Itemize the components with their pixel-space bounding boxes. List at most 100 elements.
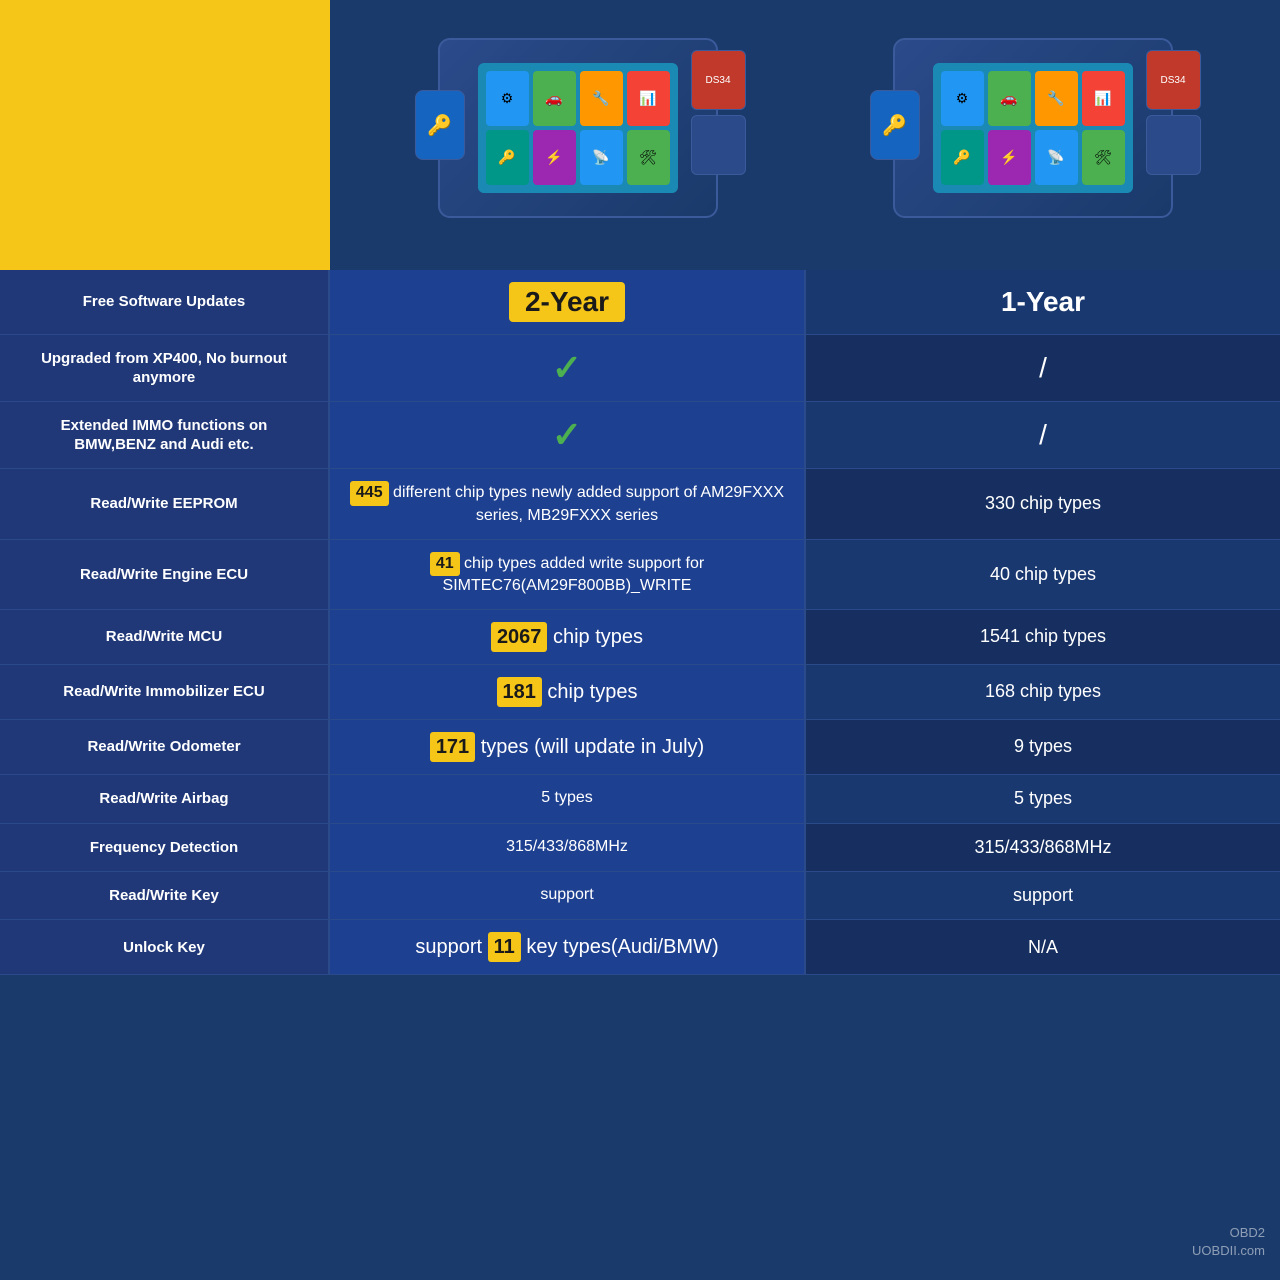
table-row: Read/Write Odometer 171 types (will updat… bbox=[0, 720, 1280, 775]
pro-key-fob: 🔑 bbox=[415, 90, 465, 160]
std-screen-icon-1: ⚙ bbox=[941, 71, 984, 126]
immo-title-block bbox=[0, 0, 330, 270]
feature-label: Read/Write EEPROM bbox=[90, 494, 237, 514]
std-content: 9 types bbox=[1014, 735, 1072, 758]
std-cell: 330 chip types bbox=[806, 469, 1280, 539]
std-screen-icon-7: 📡 bbox=[1035, 130, 1078, 185]
pro-highlight-num: 2067 bbox=[491, 622, 548, 652]
pro-highlight-num: 181 bbox=[497, 677, 542, 707]
watermark: OBD2UOBDII.com bbox=[1192, 1224, 1265, 1260]
pro-content: 181 chip types bbox=[497, 677, 638, 707]
feature-cell: Read/Write Airbag bbox=[0, 775, 330, 822]
table-row: Upgraded from XP400, No burnout anymore ✓… bbox=[0, 335, 1280, 402]
feature-cell: Read/Write Engine ECU bbox=[0, 540, 330, 610]
table-row: Read/Write Immobilizer ECU 181 chip types… bbox=[0, 665, 1280, 720]
feature-cell: Read/Write Odometer bbox=[0, 720, 330, 774]
feature-cell: Extended IMMO functions on BMW,BENZ and … bbox=[0, 402, 330, 468]
feature-label: Read/Write Key bbox=[109, 886, 219, 906]
std-cell: 40 chip types bbox=[806, 540, 1280, 610]
std-key-fob: 🔑 bbox=[870, 90, 920, 160]
main-container: 🔑 ⚙ 🚗 🔧 📊 🔑 ⚡ 📡 🛠 DS34 bbox=[0, 0, 1280, 1280]
pro-highlight-num: 41 bbox=[430, 552, 460, 577]
std-slash: / bbox=[1039, 352, 1047, 384]
pro-content: 315/433/868MHz bbox=[506, 837, 628, 858]
std-cell: / bbox=[806, 402, 1280, 468]
pro-cell: 445 different chip types newly added sup… bbox=[330, 469, 806, 539]
screen-icon-3: 🔧 bbox=[580, 71, 623, 126]
pro-highlight-num: 171 bbox=[430, 732, 475, 762]
std-product-box: 🔑 ⚙ 🚗 🔧 📊 🔑 ⚡ 📡 🛠 DS34 bbox=[893, 38, 1173, 232]
pro-content: 445 different chip types newly added sup… bbox=[345, 481, 789, 527]
std-cell: 1541 chip types bbox=[806, 610, 1280, 664]
std-screen-icon-4: 📊 bbox=[1082, 71, 1125, 126]
product-images: 🔑 ⚙ 🚗 🔧 📊 🔑 ⚡ 📡 🛠 DS34 bbox=[330, 0, 1280, 270]
pro-content: 171 types (will update in July) bbox=[430, 732, 704, 762]
pro-cell: ✓ bbox=[330, 335, 806, 401]
screen-icon-1: ⚙ bbox=[486, 71, 529, 126]
pro-device-image: 🔑 ⚙ 🚗 🔧 📊 🔑 ⚡ 📡 🛠 DS34 bbox=[438, 38, 718, 218]
pro-screen: ⚙ 🚗 🔧 📊 🔑 ⚡ 📡 🛠 bbox=[478, 63, 678, 193]
std-cell: / bbox=[806, 335, 1280, 401]
feature-label: Extended IMMO functions on BMW,BENZ and … bbox=[20, 416, 308, 455]
std-content: 5 types bbox=[1014, 787, 1072, 810]
screen-icon-4: 📊 bbox=[627, 71, 670, 126]
std-screen-icon-3: 🔧 bbox=[1035, 71, 1078, 126]
pro-2year: 2-Year bbox=[509, 282, 625, 322]
feature-cell: Frequency Detection bbox=[0, 824, 330, 871]
screen-icon-6: ⚡ bbox=[533, 130, 576, 185]
std-cell: N/A bbox=[806, 920, 1280, 974]
pro-cell: 2067 chip types bbox=[330, 610, 806, 664]
pro-cell: support 11 key types(Audi/BMW) bbox=[330, 920, 806, 974]
accessory-2 bbox=[691, 115, 746, 175]
feature-label: Read/Write Odometer bbox=[87, 737, 240, 757]
std-cell: support bbox=[806, 872, 1280, 919]
pro-highlight-num: 11 bbox=[488, 932, 521, 962]
std-content: support bbox=[1013, 884, 1073, 907]
pro-checkmark: ✓ bbox=[552, 414, 582, 456]
pro-cell: support bbox=[330, 872, 806, 919]
std-accessory-1: DS34 bbox=[1146, 50, 1201, 110]
pro-cell: 41 chip types added write support for SI… bbox=[330, 540, 806, 610]
std-cell: 1-Year bbox=[806, 270, 1280, 334]
feature-label: Read/Write Engine ECU bbox=[80, 565, 248, 585]
std-device-image: 🔑 ⚙ 🚗 🔧 📊 🔑 ⚡ 📡 🛠 DS34 bbox=[893, 38, 1173, 218]
pro-cell: 5 types bbox=[330, 775, 806, 822]
table-row: Read/Write Airbag 5 types 5 types bbox=[0, 775, 1280, 823]
pro-product-box: 🔑 ⚙ 🚗 🔧 📊 🔑 ⚡ 📡 🛠 DS34 bbox=[438, 38, 718, 232]
std-screen-icon-6: ⚡ bbox=[988, 130, 1031, 185]
table-row: Unlock Key support 11 key types(Audi/BMW)… bbox=[0, 920, 1280, 975]
std-slash: / bbox=[1039, 419, 1047, 451]
accessory-1: DS34 bbox=[691, 50, 746, 110]
std-screen: ⚙ 🚗 🔧 📊 🔑 ⚡ 📡 🛠 bbox=[933, 63, 1133, 193]
feature-cell: Read/Write Immobilizer ECU bbox=[0, 665, 330, 719]
feature-label: Unlock Key bbox=[123, 938, 205, 958]
screen-icon-8: 🛠 bbox=[627, 130, 670, 185]
table-row: Read/Write Key support support bbox=[0, 872, 1280, 920]
pro-content: support 11 key types(Audi/BMW) bbox=[415, 932, 718, 962]
screen-icon-7: 📡 bbox=[580, 130, 623, 185]
std-cell: 315/433/868MHz bbox=[806, 824, 1280, 871]
std-screen-icon-8: 🛠 bbox=[1082, 130, 1125, 185]
pro-content: support bbox=[540, 885, 593, 906]
std-content: 1541 chip types bbox=[980, 625, 1106, 648]
std-cell: 9 types bbox=[806, 720, 1280, 774]
feature-label: Read/Write Immobilizer ECU bbox=[63, 682, 264, 702]
feature-label: Upgraded from XP400, No burnout anymore bbox=[20, 349, 308, 388]
feature-label: Frequency Detection bbox=[90, 838, 238, 858]
table-row: Read/Write MCU 2067 chip types 1541 chip t… bbox=[0, 610, 1280, 665]
std-content: 168 chip types bbox=[985, 680, 1101, 703]
std-content: N/A bbox=[1028, 936, 1058, 959]
screen-icon-2: 🚗 bbox=[533, 71, 576, 126]
feature-label: Read/Write MCU bbox=[106, 627, 222, 647]
comparison-table: Free Software Updates2-Year1-YearUpgrade… bbox=[0, 270, 1280, 1280]
std-content: 40 chip types bbox=[990, 563, 1096, 586]
feature-cell: Unlock Key bbox=[0, 920, 330, 974]
feature-label: Read/Write Airbag bbox=[99, 789, 228, 809]
pro-content: 2067 chip types bbox=[491, 622, 643, 652]
pro-cell: 2-Year bbox=[330, 270, 806, 334]
std-cell: 168 chip types bbox=[806, 665, 1280, 719]
pro-cell: ✓ bbox=[330, 402, 806, 468]
std-cell: 5 types bbox=[806, 775, 1280, 822]
feature-cell: Read/Write MCU bbox=[0, 610, 330, 664]
table-row: Read/Write Engine ECU 41 chip types added… bbox=[0, 540, 1280, 611]
